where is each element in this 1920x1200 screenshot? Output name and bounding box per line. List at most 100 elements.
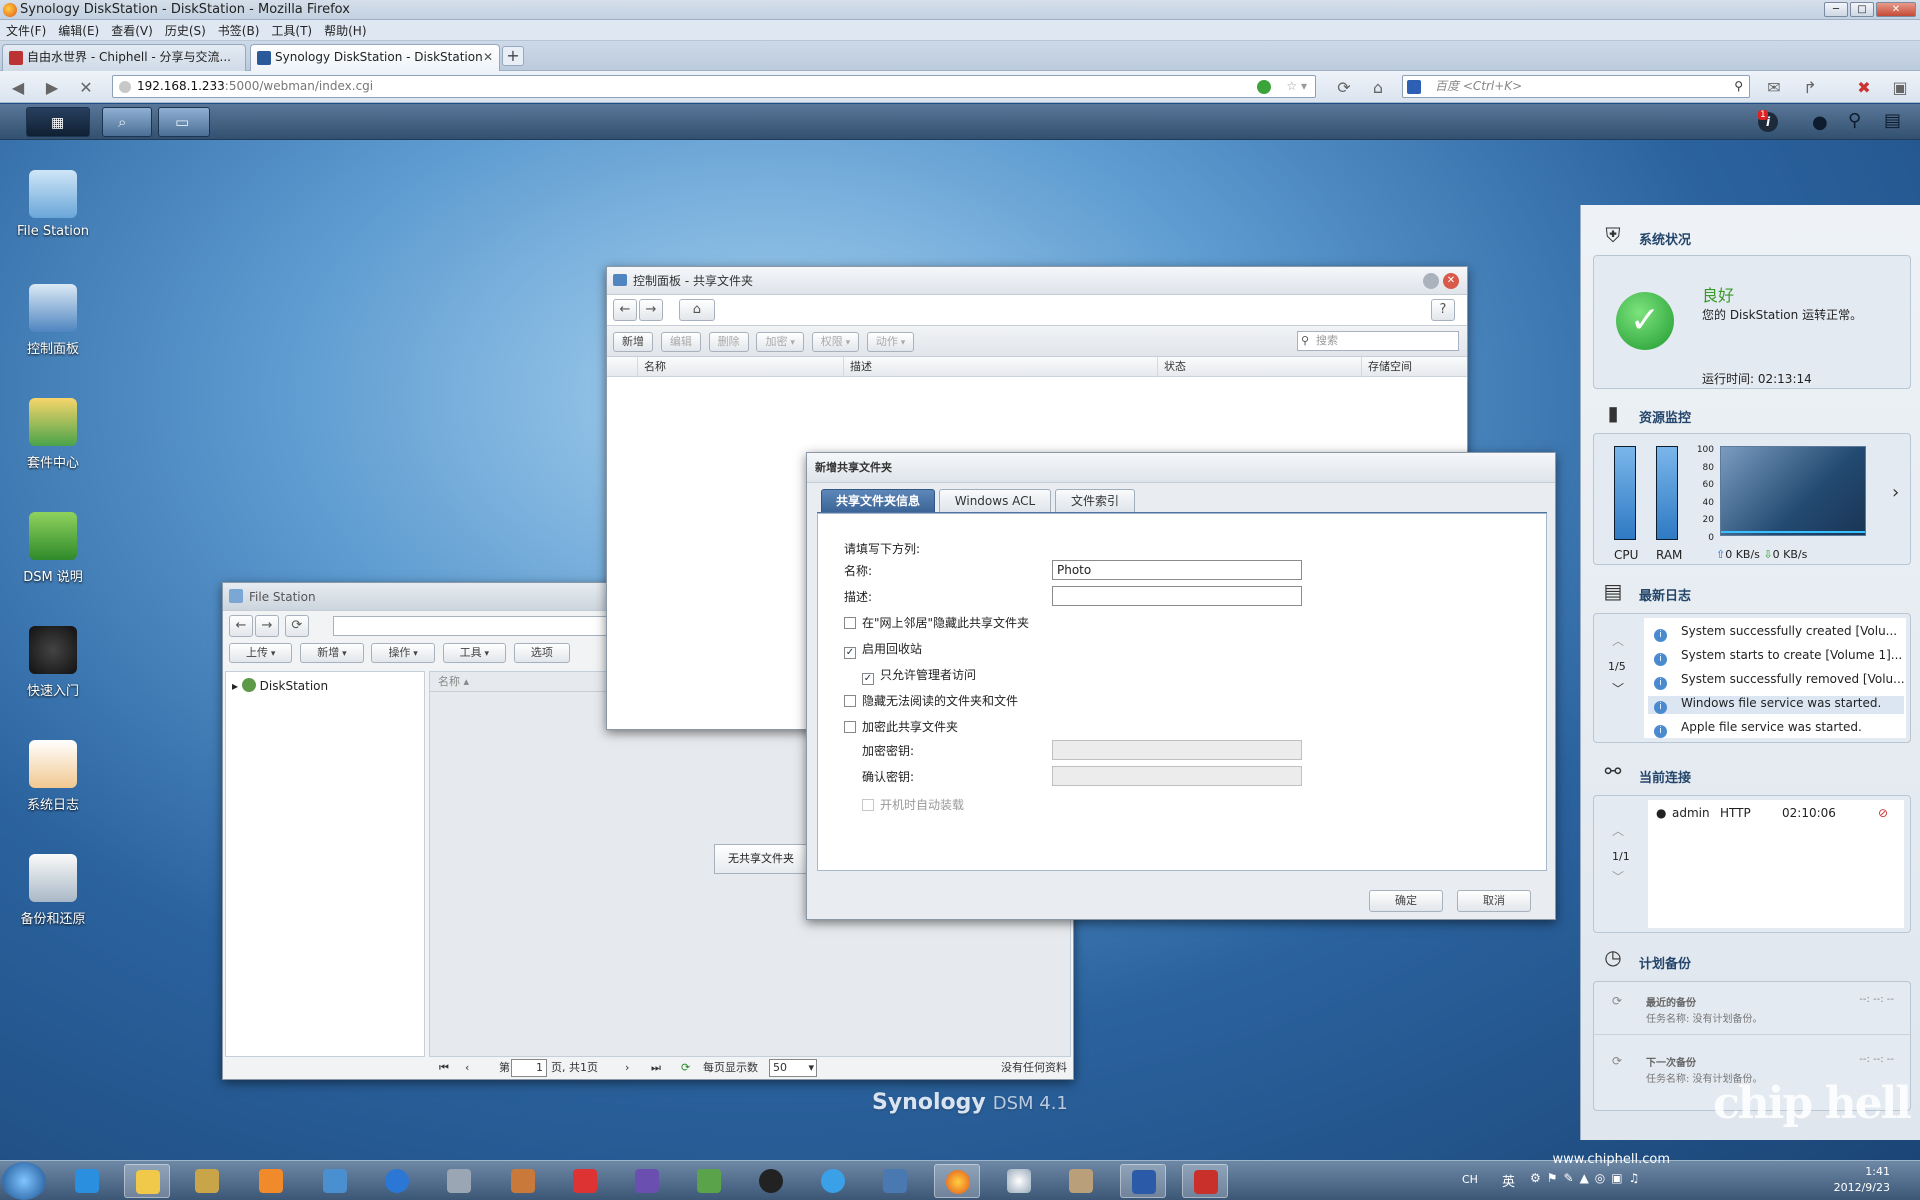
help-circle-icon[interactable] <box>1423 273 1439 289</box>
taskbar-tool[interactable] <box>436 1164 482 1198</box>
new-tab-button[interactable]: + <box>502 46 524 66</box>
home-button[interactable]: ⌂ <box>678 299 715 321</box>
options-button[interactable]: 选项 <box>513 643 570 663</box>
taskbar-firefox[interactable] <box>934 1164 980 1198</box>
desktop-icon-dsm-help[interactable]: DSM 说明 <box>8 512 98 585</box>
reload-icon[interactable]: ⟳ <box>1334 78 1354 97</box>
close-icon[interactable]: ✕ <box>1443 273 1459 289</box>
admin-only-option[interactable]: ✓ 只允许管理者访问 <box>862 666 976 685</box>
ime-mode[interactable]: 英 <box>1502 1171 1515 1190</box>
desktop-icon-control-panel[interactable]: 控制面板 <box>8 284 98 357</box>
taskbar-app[interactable] <box>312 1164 358 1198</box>
menu-help[interactable]: 帮助(H) <box>318 22 372 39</box>
menu-view[interactable]: 查看(V) <box>105 22 159 39</box>
kick-connection-icon[interactable]: ⊘ <box>1878 806 1888 820</box>
stop-icon[interactable]: ✕ <box>76 78 96 97</box>
taskbar-paint[interactable] <box>184 1164 230 1198</box>
window-titlebar[interactable]: 控制面板 - 共享文件夹 ✕ <box>607 267 1467 295</box>
automount-option[interactable]: 开机时自动装载 <box>862 796 964 813</box>
tab-chiphell[interactable]: 自由水世界 - Chiphell - 分享与交流... <box>2 44 246 71</box>
col-name-header[interactable]: 名称 ▴ <box>430 672 610 692</box>
tab-windows-acl[interactable]: Windows ACL <box>939 489 1051 513</box>
ime-indicator[interactable]: CH <box>1462 1173 1478 1186</box>
taskbar-explorer[interactable] <box>124 1164 170 1198</box>
hide-network-checkbox[interactable] <box>844 617 856 629</box>
search-icon[interactable]: ⚲ <box>1848 110 1861 131</box>
create-share-button[interactable]: 新增 <box>613 332 653 352</box>
name-input[interactable]: Photo <box>1052 560 1302 580</box>
maximize-button[interactable]: □ <box>1850 2 1874 17</box>
share-icon[interactable]: ↱ <box>1800 78 1820 97</box>
tab-share-info[interactable]: 共享文件夹信息 <box>821 489 935 513</box>
menu-tools[interactable]: 工具(T) <box>265 22 318 39</box>
recycle-option[interactable]: ✓ 启用回收站 <box>844 640 922 659</box>
conn-up-icon[interactable]: ︿ <box>1612 822 1624 839</box>
forward-icon[interactable]: ▶ <box>42 78 62 97</box>
desktop-icon-backup-restore[interactable]: 备份和还原 <box>8 854 98 927</box>
back-button[interactable]: ← <box>229 615 253 637</box>
taskbar-qq[interactable] <box>748 1164 794 1198</box>
taskbar-word[interactable] <box>1120 1164 1166 1198</box>
upload-button[interactable]: 上传 <box>229 643 293 663</box>
refresh-button[interactable]: ⟳ <box>284 615 309 637</box>
prev-page-icon[interactable]: ‹ <box>465 1057 469 1079</box>
tools-button[interactable]: 工具 <box>442 643 507 663</box>
create-button[interactable]: 新增 <box>300 643 364 663</box>
help-button[interactable]: ? <box>1431 299 1455 321</box>
taskbar-app3[interactable] <box>562 1164 608 1198</box>
taskbar-network[interactable] <box>872 1164 918 1198</box>
hide-unreadable-option[interactable]: 隐藏无法阅读的文件夹和文件 <box>844 692 1018 709</box>
refresh-icon[interactable]: ⟳ <box>681 1057 690 1079</box>
back-button[interactable]: ← <box>613 299 637 321</box>
col-description[interactable]: 描述 <box>843 357 1157 377</box>
first-page-icon[interactable]: ⏮ <box>439 1057 449 1079</box>
encrypt-option[interactable]: 加密此共享文件夹 <box>844 718 958 735</box>
hide-unreadable-checkbox[interactable] <box>844 695 856 707</box>
tab-diskstation[interactable]: Synology DiskStation - DiskStation ✕ <box>250 44 500 71</box>
encrypt-button[interactable]: 加密 <box>756 332 804 352</box>
tree-root-diskstation[interactable]: ▸ DiskStation <box>232 678 328 693</box>
desc-input[interactable] <box>1052 586 1302 606</box>
taskbar-media[interactable] <box>248 1164 294 1198</box>
desktop-icon-file-station[interactable]: File Station <box>8 170 98 239</box>
encrypt-checkbox[interactable] <box>844 721 856 733</box>
log-down-icon[interactable]: ﹀ <box>1612 680 1624 697</box>
bookmark-star-icon[interactable]: ☆ ▾ <box>1286 76 1307 97</box>
dialog-titlebar[interactable]: 新增共享文件夹 <box>807 453 1555 483</box>
menu-history[interactable]: 历史(S) <box>159 22 212 39</box>
col-name[interactable]: 名称 <box>637 357 837 377</box>
delete-share-button[interactable]: 删除 <box>708 332 749 352</box>
taskbar-player[interactable] <box>374 1164 420 1198</box>
next-page-icon[interactable]: › <box>625 1057 629 1079</box>
taskbar-disc[interactable] <box>996 1164 1042 1198</box>
automount-checkbox[interactable] <box>862 799 874 811</box>
baidu-engine-icon[interactable] <box>1407 80 1421 94</box>
taskbar-app5[interactable] <box>810 1164 856 1198</box>
taskbar-pdf[interactable] <box>1182 1164 1228 1198</box>
admin-only-checkbox[interactable]: ✓ <box>862 673 874 685</box>
menu-bookmarks[interactable]: 书签(B) <box>212 22 266 39</box>
conn-down-icon[interactable]: ﹀ <box>1612 868 1624 885</box>
menu-file[interactable]: 文件(F) <box>0 22 52 39</box>
hide-network-option[interactable]: 在"网上邻居"隐藏此共享文件夹 <box>844 614 1029 631</box>
tab-file-index[interactable]: 文件索引 <box>1055 489 1135 513</box>
permission-button[interactable]: 权限 <box>811 332 860 352</box>
log-up-icon[interactable]: ︿ <box>1612 632 1624 649</box>
taskbar-clock[interactable]: 1:41 2012/9/23 <box>1834 1160 1890 1196</box>
enc-key-input[interactable] <box>1052 740 1302 760</box>
desktop-icon-package-center[interactable]: 套件中心 <box>8 398 98 471</box>
action-button[interactable]: 操作 <box>371 643 435 663</box>
desktop-icon-quick-start[interactable]: 快速入门 <box>8 626 98 699</box>
desktop-icon-system-log[interactable]: 系统日志 <box>8 740 98 813</box>
addon-icon[interactable]: ✖ <box>1854 78 1874 97</box>
user-icon[interactable]: ● <box>1812 112 1828 133</box>
tray-icons[interactable]: ⚙⚑✎▲◎▣♫ <box>1530 1171 1645 1185</box>
url-bar[interactable]: 192.168.1.233:5000/webman/index.cgi ☆ ▾ <box>112 75 1316 98</box>
sidebar-icon[interactable]: ▣ <box>1890 78 1910 97</box>
taskbar-app4[interactable] <box>686 1164 732 1198</box>
close-button[interactable]: ✕ <box>1876 2 1916 17</box>
go-icon[interactable] <box>1257 80 1271 94</box>
control-panel-task-button[interactable]: ▭ <box>158 107 210 137</box>
search-bar[interactable]: 百度 <Ctrl+K> ⚲ <box>1402 75 1750 98</box>
edit-share-button[interactable]: 编辑 <box>660 332 701 352</box>
